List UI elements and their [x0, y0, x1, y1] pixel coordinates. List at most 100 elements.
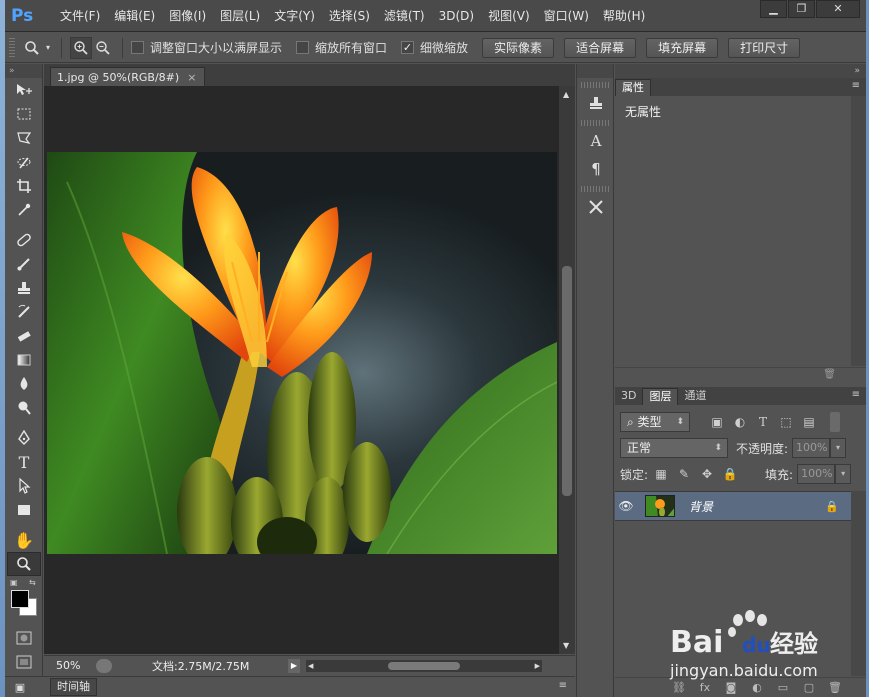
layer-style-icon[interactable]: fx [696, 681, 714, 695]
panel-collapse-icon[interactable]: » [5, 64, 42, 78]
tool-presets-icon[interactable] [581, 194, 611, 220]
filter-pixel-icon[interactable]: ▣ [708, 413, 726, 431]
default-colors-icon[interactable]: ▣ [10, 578, 18, 587]
options-grip[interactable] [9, 37, 15, 58]
checkbox-box[interactable] [131, 41, 144, 54]
move-tool-icon[interactable] [7, 78, 41, 102]
delete-layer-icon[interactable]: 🗑 [826, 681, 844, 695]
lock-pixels-icon[interactable]: ✎ [675, 465, 693, 483]
scroll-right-icon[interactable]: ▶ [535, 660, 540, 672]
foreground-color-swatch[interactable] [11, 590, 29, 608]
history-brush-tool-icon[interactable] [7, 300, 41, 324]
quick-mask-icon[interactable] [7, 626, 41, 650]
panel-collapse-icon[interactable] [577, 64, 613, 78]
document-canvas-image[interactable] [47, 152, 557, 554]
dodge-tool-icon[interactable] [7, 396, 41, 420]
blur-tool-icon[interactable] [7, 372, 41, 396]
tab-3d[interactable]: 3D [615, 388, 642, 405]
clone-stamp-tool-icon[interactable] [7, 276, 41, 300]
panel-menu-icon[interactable]: ≡ [559, 680, 567, 691]
layer-row-background[interactable]: 👁 背景 🔒 [615, 491, 851, 521]
tab-channels[interactable]: 通道 [678, 388, 712, 405]
preset-dropdown-icon[interactable]: ▾ [43, 37, 53, 59]
panel-menu-icon[interactable]: ≡ [852, 80, 860, 91]
marquee-tool-icon[interactable] [7, 102, 41, 126]
opacity-input[interactable]: 100% [792, 438, 831, 458]
filter-smart-object-icon[interactable]: ▤ [800, 413, 818, 431]
pen-tool-icon[interactable] [7, 426, 41, 450]
menu-filter[interactable]: 滤镜(T) [377, 0, 432, 32]
zoom-out-icon[interactable] [92, 37, 114, 59]
actual-pixels-button[interactable]: 实际像素 [482, 37, 555, 58]
close-window-button[interactable]: ✕ [816, 0, 860, 18]
link-layers-icon[interactable]: ⛓ [670, 681, 688, 695]
menu-file[interactable]: 文件(F) [53, 0, 107, 32]
new-adjustment-layer-icon[interactable]: ◐ [748, 681, 766, 695]
eyedropper-tool-icon[interactable] [7, 198, 41, 222]
fit-screen-button[interactable]: 适合屏幕 [564, 37, 637, 58]
filter-toggle-switch[interactable] [830, 412, 840, 432]
resize-windows-checkbox[interactable]: 调整窗口大小以满屏显示 [131, 39, 282, 56]
scroll-left-icon[interactable]: ◀ [308, 660, 313, 672]
lock-transparent-icon[interactable]: ▦ [652, 465, 670, 483]
eraser-tool-icon[interactable] [7, 324, 41, 348]
menu-select[interactable]: 选择(S) [322, 0, 377, 32]
properties-scrollbar[interactable] [851, 96, 866, 366]
filter-type-icon[interactable]: T [754, 413, 772, 431]
opacity-slider-button[interactable]: ▾ [830, 438, 847, 458]
print-size-button[interactable]: 打印尺寸 [728, 37, 801, 58]
fill-screen-button[interactable]: 填充屏幕 [646, 37, 719, 58]
clone-source-icon[interactable] [581, 90, 611, 116]
fill-slider-button[interactable]: ▾ [835, 464, 852, 484]
layers-scrollbar[interactable] [851, 491, 866, 676]
path-selection-tool-icon[interactable] [7, 474, 41, 498]
lock-position-icon[interactable]: ✥ [698, 465, 716, 483]
paragraph-panel-icon[interactable]: ¶ [581, 156, 611, 182]
vertical-scrollbar[interactable]: ▲ ▼ [559, 86, 575, 654]
scrubby-zoom-checkbox[interactable]: ✓ 细微缩放 [401, 39, 468, 56]
menu-edit[interactable]: 编辑(E) [107, 0, 162, 32]
status-info-icon[interactable] [96, 658, 112, 673]
new-group-icon[interactable]: ▭ [774, 681, 792, 695]
tab-properties[interactable]: 属性 [615, 79, 651, 96]
zoom-level-field[interactable]: 50% [44, 659, 90, 672]
menu-type[interactable]: 文字(Y) [267, 0, 322, 32]
healing-brush-tool-icon[interactable] [7, 228, 41, 252]
menu-help[interactable]: 帮助(H) [596, 0, 652, 32]
screen-mode-icon[interactable] [7, 650, 41, 674]
zoom-tool-preset-icon[interactable] [21, 37, 43, 59]
character-panel-icon[interactable]: A [581, 128, 611, 154]
document-tab[interactable]: 1.jpg @ 50%(RGB/8#) × [50, 67, 206, 86]
menu-3d[interactable]: 3D(D) [432, 0, 481, 32]
timeline-tab[interactable]: 时间轴 [50, 678, 97, 696]
trash-icon[interactable]: 🗑 [823, 369, 836, 380]
crop-tool-icon[interactable] [7, 174, 41, 198]
filter-shape-icon[interactable]: ⬚ [777, 413, 795, 431]
type-tool-icon[interactable]: T [7, 450, 41, 474]
lasso-tool-icon[interactable] [7, 126, 41, 150]
panel-menu-icon[interactable]: ≡ [852, 389, 860, 400]
panel-grip[interactable] [581, 120, 609, 126]
blend-mode-select[interactable]: 正常 ⬍ [620, 438, 728, 458]
panel-collapse-icon[interactable]: » [615, 64, 866, 78]
scroll-up-icon[interactable]: ▲ [563, 90, 569, 99]
fill-input[interactable]: 100% [797, 464, 836, 484]
gradient-tool-icon[interactable] [7, 348, 41, 372]
checkbox-box-checked[interactable]: ✓ [401, 41, 415, 54]
horizontal-scrollbar[interactable]: ◀ ▶ [306, 659, 542, 672]
minimize-button[interactable]: ▁ [760, 0, 787, 18]
tab-layers[interactable]: 图层 [642, 388, 679, 405]
filter-kind-select[interactable]: ⌕ 类型 ⬍ [620, 412, 690, 432]
lock-all-icon[interactable]: 🔒 [721, 465, 739, 483]
restore-button[interactable]: ❐ [788, 0, 815, 18]
rectangle-tool-icon[interactable] [7, 498, 41, 522]
swap-colors-icon[interactable]: ⇆ [29, 578, 36, 587]
status-menu-icon[interactable]: ▶ [288, 658, 300, 673]
zoom-in-icon[interactable] [70, 36, 92, 59]
quick-selection-tool-icon[interactable] [7, 150, 41, 174]
brush-tool-icon[interactable] [7, 252, 41, 276]
scroll-down-icon[interactable]: ▼ [563, 641, 569, 650]
timeline-panel-icon[interactable]: ▣ [11, 678, 29, 696]
panel-grip[interactable] [581, 186, 609, 192]
close-tab-icon[interactable]: × [187, 71, 196, 84]
